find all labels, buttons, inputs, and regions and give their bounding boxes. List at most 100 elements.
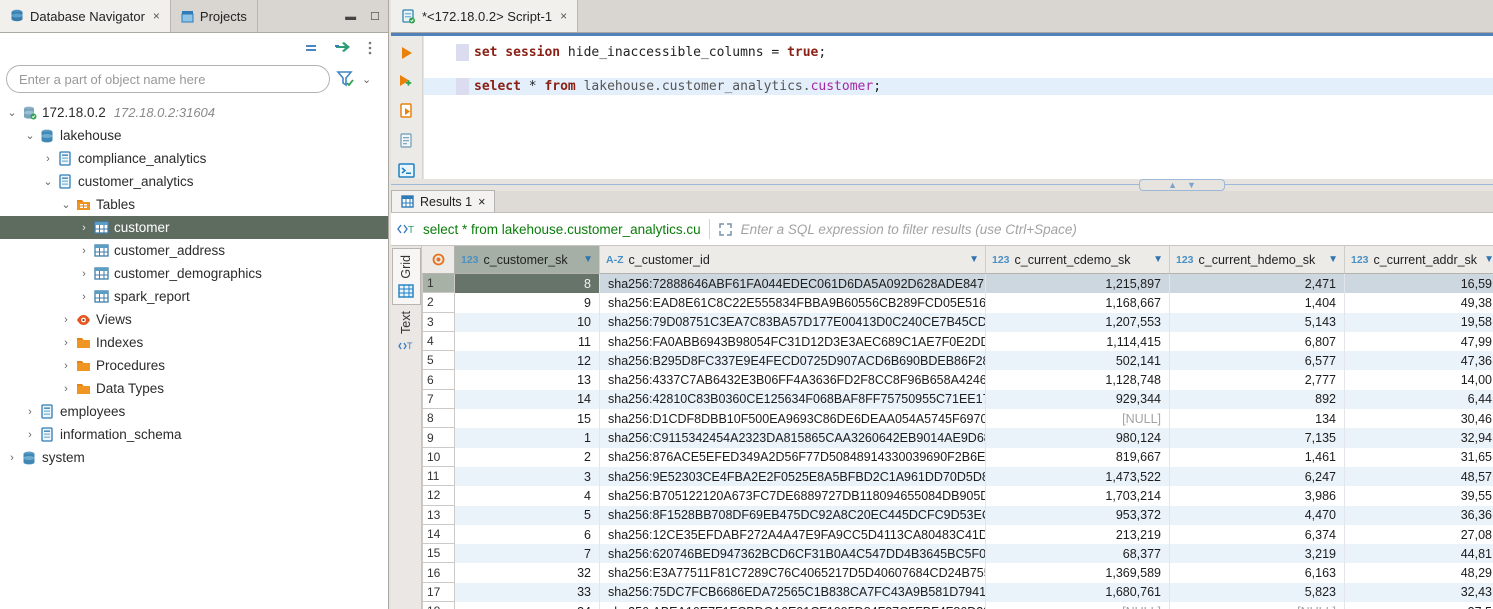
sql-editor[interactable]: set session hide_inaccessible_columns = … xyxy=(424,36,1493,179)
cell-c_current_addr_sk[interactable]: 39,55 xyxy=(1345,486,1493,505)
cell-c_current_cdemo_sk[interactable]: 1,473,522 xyxy=(986,467,1170,486)
row-number[interactable]: 14 xyxy=(422,525,455,544)
cell-c_current_addr_sk[interactable]: 16,59 xyxy=(1345,274,1493,293)
close-tab-icon[interactable]: × xyxy=(478,195,485,209)
expander-closed-icon[interactable]: › xyxy=(76,245,92,257)
collapse-down-icon[interactable]: ▼ xyxy=(1187,181,1196,190)
expander-open-icon[interactable]: ⌄ xyxy=(58,198,74,211)
cell-c_customer_id[interactable]: sha256:EAD8E61C8C22E555834FBBA9B60556CB2… xyxy=(600,293,986,312)
row-number[interactable]: 5 xyxy=(422,351,455,370)
cell-c_current_hdemo_sk[interactable]: [NULL] xyxy=(1170,602,1345,609)
cell-c_current_addr_sk[interactable]: 49,38 xyxy=(1345,293,1493,312)
expander-open-icon[interactable]: ⌄ xyxy=(40,175,56,188)
sort-dropdown-icon[interactable]: ▼ xyxy=(583,254,593,265)
cell-c_customer_sk[interactable]: 9 xyxy=(455,293,600,312)
tab-projects[interactable]: Projects xyxy=(171,0,258,32)
cell-c_customer_id[interactable]: sha256:42810C83B0360CE125634F068BAF8FF75… xyxy=(600,390,986,409)
tree-item-employees[interactable]: ›employees xyxy=(0,400,388,423)
column-header-c_customer_id[interactable]: A-Zc_customer_id▼ xyxy=(600,246,986,274)
cell-c_customer_sk[interactable]: 32 xyxy=(455,563,600,582)
filter-dropdown-icon[interactable]: ⌄ xyxy=(362,73,371,86)
row-number[interactable]: 17 xyxy=(422,583,455,602)
tree-item-customer-address[interactable]: ›customer_address xyxy=(0,239,388,262)
expand-filter-icon[interactable] xyxy=(718,222,733,237)
cell-c_customer_sk[interactable]: 2 xyxy=(455,448,600,467)
link-with-editor-icon[interactable] xyxy=(334,41,352,55)
cell-c_current_cdemo_sk[interactable]: 1,215,897 xyxy=(986,274,1170,293)
row-number[interactable]: 15 xyxy=(422,544,455,563)
cell-c_current_hdemo_sk[interactable]: 6,577 xyxy=(1170,351,1345,370)
column-header-c_current_hdemo_sk[interactable]: 123c_current_hdemo_sk▼ xyxy=(1170,246,1345,274)
cell-c_customer_id[interactable]: sha256:72888646ABF61FA044EDEC061D6DA5A09… xyxy=(600,274,986,293)
cell-c_customer_sk[interactable]: 15 xyxy=(455,409,600,428)
filter-settings-icon[interactable] xyxy=(336,70,356,88)
tree-item-data-types[interactable]: ›Data Types xyxy=(0,377,388,400)
cell-c_customer_sk[interactable]: 14 xyxy=(455,390,600,409)
cell-c_customer_sk[interactable]: 5 xyxy=(455,506,600,525)
filter-expression-placeholder[interactable]: Enter a SQL expression to filter results… xyxy=(741,222,1077,237)
cell-c_current_cdemo_sk[interactable]: 1,128,748 xyxy=(986,370,1170,389)
view-tab-text[interactable]: TextT xyxy=(392,305,421,359)
expander-closed-icon[interactable]: › xyxy=(58,383,74,395)
cell-c_customer_sk[interactable]: 3 xyxy=(455,467,600,486)
execute-new-tab-icon[interactable] xyxy=(398,74,416,90)
cell-c_current_hdemo_sk[interactable]: 6,374 xyxy=(1170,525,1345,544)
cell-c_current_addr_sk[interactable]: 36,36 xyxy=(1345,506,1493,525)
tree-item-customer-demographics[interactable]: ›customer_demographics xyxy=(0,262,388,285)
cell-c_customer_sk[interactable]: 12 xyxy=(455,351,600,370)
cell-c_customer_id[interactable]: sha256:620746BED947362BCD6CF31B0A4C547DD… xyxy=(600,544,986,563)
cell-c_current_hdemo_sk[interactable]: 3,219 xyxy=(1170,544,1345,563)
cell-c_current_cdemo_sk[interactable]: 1,168,667 xyxy=(986,293,1170,312)
cell-c_customer_sk[interactable]: 4 xyxy=(455,486,600,505)
tree-item-172-18-0-2[interactable]: ⌄172.18.0.2172.18.0.2:31604 xyxy=(0,101,388,124)
view-tab-grid[interactable]: Grid xyxy=(392,248,421,305)
cell-c_current_addr_sk[interactable]: 32,43 xyxy=(1345,583,1493,602)
row-number[interactable]: 13 xyxy=(422,506,455,525)
cell-c_current_hdemo_sk[interactable]: 2,777 xyxy=(1170,370,1345,389)
cell-c_current_hdemo_sk[interactable]: 6,163 xyxy=(1170,563,1345,582)
row-number[interactable]: 10 xyxy=(422,448,455,467)
cell-c_current_hdemo_sk[interactable]: 6,807 xyxy=(1170,332,1345,351)
close-tab-icon[interactable]: × xyxy=(560,9,567,23)
cell-c_customer_id[interactable]: sha256:12CE35EFDABF272A4A47E9FA9CC5D4113… xyxy=(600,525,986,544)
row-number[interactable]: 3 xyxy=(422,313,455,332)
cell-c_customer_id[interactable]: sha256:C9115342454A2323DA815865CAA326064… xyxy=(600,428,986,447)
cell-c_current_addr_sk[interactable]: 48,29 xyxy=(1345,563,1493,582)
cell-c_current_addr_sk[interactable]: 6,44 xyxy=(1345,390,1493,409)
cell-c_current_cdemo_sk[interactable]: 980,124 xyxy=(986,428,1170,447)
tree-item-tables[interactable]: ⌄Tables xyxy=(0,193,388,216)
collapse-all-icon[interactable] xyxy=(304,41,320,55)
cell-c_current_hdemo_sk[interactable]: 1,461 xyxy=(1170,448,1345,467)
cell-c_customer_id[interactable]: sha256:B705122120A673FC7DE6889727DB11809… xyxy=(600,486,986,505)
row-number[interactable]: 8 xyxy=(422,409,455,428)
minimize-icon[interactable]: ▬ xyxy=(345,11,356,23)
sql-code[interactable]: set session hide_inaccessible_columns = … xyxy=(474,44,881,95)
tab-database-navigator[interactable]: Database Navigator × xyxy=(0,0,171,32)
cell-c_current_addr_sk[interactable]: 47,99 xyxy=(1345,332,1493,351)
view-menu-icon[interactable] xyxy=(366,40,374,56)
expander-closed-icon[interactable]: › xyxy=(76,291,92,303)
expander-closed-icon[interactable]: › xyxy=(22,406,38,418)
cell-c_current_hdemo_sk[interactable]: 3,986 xyxy=(1170,486,1345,505)
cell-c_customer_sk[interactable]: 34 xyxy=(455,602,600,609)
row-number[interactable]: 4 xyxy=(422,332,455,351)
tab-sql-script[interactable]: *<172.18.0.2> Script-1 × xyxy=(391,0,578,32)
cell-c_current_addr_sk[interactable]: 32,94 xyxy=(1345,428,1493,447)
cell-c_customer_sk[interactable]: 8 xyxy=(455,274,600,293)
expander-closed-icon[interactable]: › xyxy=(76,268,92,280)
execute-script-icon[interactable] xyxy=(399,103,415,120)
row-number[interactable]: 6 xyxy=(422,370,455,389)
cell-c_current_hdemo_sk[interactable]: 2,471 xyxy=(1170,274,1345,293)
tree-item-compliance-analytics[interactable]: ›compliance_analytics xyxy=(0,147,388,170)
sort-dropdown-icon[interactable]: ▼ xyxy=(969,254,979,265)
cell-c_customer_id[interactable]: sha256:E3A77511F81C7289C76C4065217D5D406… xyxy=(600,563,986,582)
cell-c_customer_id[interactable]: sha256:8F1528BB708DF69EB475DC92A8C20EC44… xyxy=(600,506,986,525)
cell-c_current_hdemo_sk[interactable]: 892 xyxy=(1170,390,1345,409)
panel-splitter[interactable]: ▲ ▼ xyxy=(391,179,1493,191)
cell-c_customer_sk[interactable]: 1 xyxy=(455,428,600,447)
row-number[interactable]: 1 xyxy=(422,274,455,293)
cell-c_current_cdemo_sk[interactable]: 1,680,761 xyxy=(986,583,1170,602)
cell-c_current_cdemo_sk[interactable]: 1,369,589 xyxy=(986,563,1170,582)
cell-c_current_cdemo_sk[interactable]: [NULL] xyxy=(986,602,1170,609)
cell-c_customer_sk[interactable]: 11 xyxy=(455,332,600,351)
